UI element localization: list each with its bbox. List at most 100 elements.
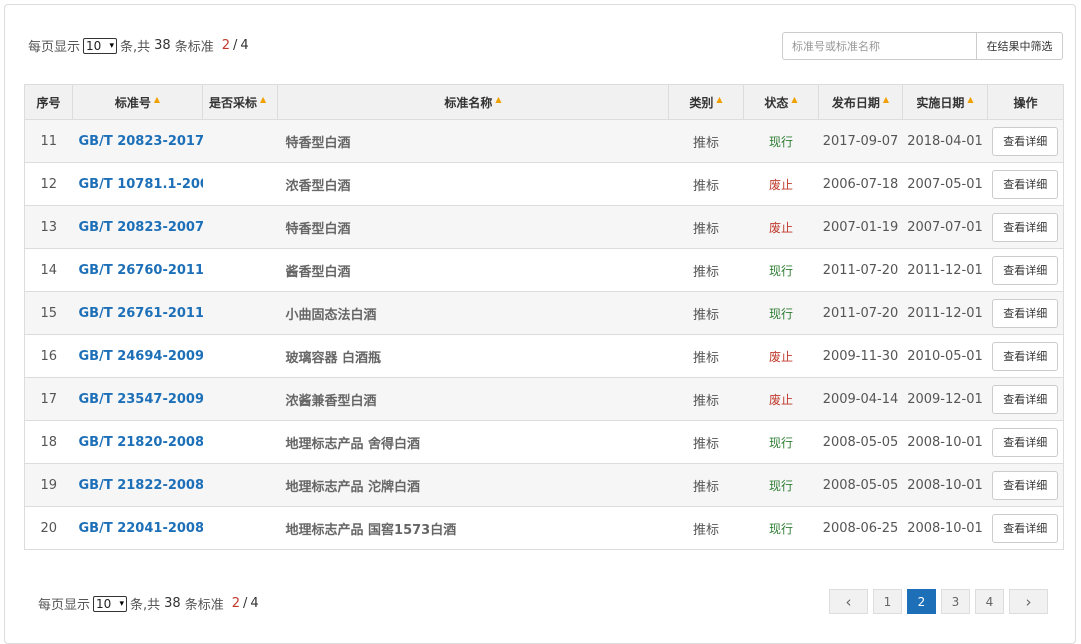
col-effective-label: 实施日期: [916, 95, 965, 110]
table-row: 20 GB/T 22041-2008 地理标志产品 国窖1573白酒 推标 现行 2008…: [24, 506, 1064, 550]
cell-standard-name: 地理标志产品 沱牌白酒: [277, 463, 669, 507]
chevron-down-icon: ▾: [109, 40, 115, 51]
cell-action: 查看详细: [987, 377, 1064, 421]
page-button-1[interactable]: 1: [873, 589, 902, 614]
table-row: 19 GB/T 21822-2008 地理标志产品 沱牌白酒 推标 现行 2008-05-…: [24, 463, 1064, 507]
sort-up-icon[interactable]: ▲: [260, 95, 266, 104]
col-category-label: 类别: [689, 95, 714, 110]
cell-publish-date: 2011-07-20: [818, 248, 903, 292]
filter-input[interactable]: [782, 32, 976, 60]
view-detail-button[interactable]: 查看详细: [992, 384, 1059, 414]
cell-category: 推标: [668, 291, 744, 335]
status-badge: 废止: [768, 392, 793, 407]
col-status[interactable]: 状态 ▲: [743, 84, 819, 120]
col-status-label: 状态: [764, 95, 789, 110]
cell-effective-date: 2009-12-01: [902, 377, 988, 421]
page-button-3[interactable]: 3: [941, 589, 970, 614]
page-button-4[interactable]: 4: [975, 589, 1004, 614]
cell-action: 查看详细: [987, 334, 1064, 378]
status-badge: 现行: [768, 134, 793, 149]
page-size-prefix: 每页显示: [38, 598, 91, 613]
view-detail-button[interactable]: 查看详细: [992, 298, 1059, 328]
table-row: 17 GB/T 23547-2009 浓酱兼香型白酒 推标 废止 2009-04-14 20…: [24, 377, 1064, 421]
col-publish-date[interactable]: 发布日期 ▲: [818, 84, 903, 120]
cell-publish-date: 2006-07-18: [818, 162, 903, 206]
col-index: 序号: [24, 84, 73, 120]
total-pages: 4: [250, 596, 259, 611]
cell-effective-date: 2008-10-01: [902, 420, 988, 464]
col-code[interactable]: 标准号 ▲: [72, 84, 203, 120]
sort-up-icon[interactable]: ▲: [154, 95, 160, 104]
standard-code-link[interactable]: GB/T 24694-2009: [72, 334, 203, 378]
cell-standard-name: 地理标志产品 国窖1573白酒: [277, 506, 669, 550]
page-size-select[interactable]: 10 ▾: [83, 37, 118, 54]
total-prefix: 条,共: [120, 40, 151, 55]
cell-status: 现行: [743, 420, 819, 464]
cell-standard-name: 酱香型白酒: [277, 248, 669, 292]
cell-adopted: [202, 248, 278, 292]
page-size-select[interactable]: 10 ▾: [93, 595, 128, 612]
sort-up-icon[interactable]: ▲: [967, 95, 973, 104]
standard-code-link[interactable]: GB/T 21820-2008: [72, 420, 203, 464]
standard-code-link[interactable]: GB/T 21822-2008: [72, 463, 203, 507]
page-button-2[interactable]: 2: [907, 589, 936, 614]
standard-code-link[interactable]: GB/T 10781.1-2006: [72, 162, 203, 206]
page-separator: /: [243, 596, 248, 611]
standard-code-link[interactable]: GB/T 26760-2011: [72, 248, 203, 292]
standard-code-link[interactable]: GB/T 23547-2009: [72, 377, 203, 421]
col-name[interactable]: 标准名称 ▲: [277, 84, 669, 120]
view-detail-button[interactable]: 查看详细: [992, 255, 1059, 285]
cell-index: 15: [24, 291, 73, 335]
cell-publish-date: 2011-07-20: [818, 291, 903, 335]
cell-standard-name: 浓香型白酒: [277, 162, 669, 206]
standards-table: 序号 标准号 ▲ 是否采标 ▲ 标准名称 ▲ 类别 ▲ 状态 ▲ 发布日期 ▲ 实施日期 ▲ …: [24, 84, 1064, 550]
sort-up-icon[interactable]: ▲: [495, 95, 501, 104]
cell-publish-date: 2008-06-25: [818, 506, 903, 550]
cell-action: 查看详细: [987, 420, 1064, 464]
col-adopted[interactable]: 是否采标 ▲: [202, 84, 278, 120]
view-detail-button[interactable]: 查看详细: [992, 126, 1059, 156]
view-detail-button[interactable]: 查看详细: [992, 470, 1059, 500]
col-effective-date[interactable]: 实施日期 ▲: [902, 84, 988, 120]
view-detail-button[interactable]: 查看详细: [992, 513, 1059, 543]
cell-standard-name: 特香型白酒: [277, 205, 669, 249]
cell-standard-name: 特香型白酒: [277, 119, 669, 163]
cell-adopted: [202, 334, 278, 378]
cell-adopted: [202, 420, 278, 464]
cell-action: 查看详细: [987, 463, 1064, 507]
cell-standard-name: 浓酱兼香型白酒: [277, 377, 669, 421]
chevron-left-icon[interactable]: ‹: [829, 589, 868, 614]
chevron-right-icon[interactable]: ›: [1009, 589, 1048, 614]
page-size-value: 10: [96, 596, 112, 611]
status-badge: 现行: [768, 521, 793, 536]
cell-standard-name: 玻璃容器 白酒瓶: [277, 334, 669, 378]
standard-code-link[interactable]: GB/T 20823-2007: [72, 205, 203, 249]
cell-index: 12: [24, 162, 73, 206]
sort-up-icon[interactable]: ▲: [716, 95, 722, 104]
view-detail-button[interactable]: 查看详细: [992, 212, 1059, 242]
view-detail-button[interactable]: 查看详细: [992, 341, 1059, 371]
cell-index: 16: [24, 334, 73, 378]
sort-up-icon[interactable]: ▲: [791, 95, 797, 104]
cell-index: 14: [24, 248, 73, 292]
standard-code-link[interactable]: GB/T 20823-2017: [72, 119, 203, 163]
cell-publish-date: 2008-05-05: [818, 463, 903, 507]
table-row: 12GB/T 10781.1-2006 浓香型白酒推标 废止 2006-07-1820…: [24, 162, 1064, 206]
cell-standard-name: 地理标志产品 舍得白酒: [277, 420, 669, 464]
cell-publish-date: 2009-11-30: [818, 334, 903, 378]
view-detail-button[interactable]: 查看详细: [992, 427, 1059, 457]
sort-up-icon[interactable]: ▲: [883, 95, 889, 104]
cell-action: 查看详细: [987, 162, 1064, 206]
cell-index: 18: [24, 420, 73, 464]
cell-status: 现行: [743, 463, 819, 507]
cell-index: 19: [24, 463, 73, 507]
filter-button[interactable]: 在结果中筛选: [976, 32, 1063, 60]
status-badge: 现行: [768, 263, 793, 278]
view-detail-button[interactable]: 查看详细: [992, 169, 1059, 199]
cell-action: 查看详细: [987, 506, 1064, 550]
standard-code-link[interactable]: GB/T 26761-2011: [72, 291, 203, 335]
cell-publish-date: 2009-04-14: [818, 377, 903, 421]
col-category[interactable]: 类别 ▲: [668, 84, 744, 120]
standard-code-link[interactable]: GB/T 22041-2008: [72, 506, 203, 550]
cell-effective-date: 2011-12-01: [902, 291, 988, 335]
